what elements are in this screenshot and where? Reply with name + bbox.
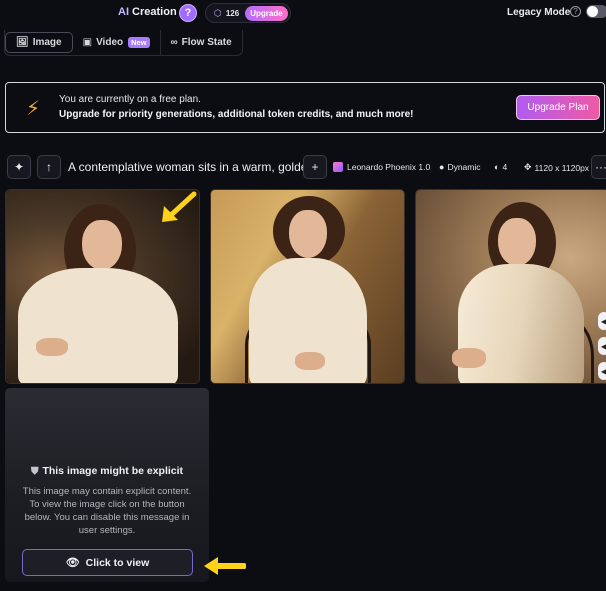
banner-upsell: Upgrade for priority generations, additi… bbox=[59, 109, 414, 120]
model-name: Leonardo Phoenix 1.0 bbox=[347, 162, 431, 172]
shield-warning-icon: ⛊ bbox=[30, 466, 39, 477]
figure-hands bbox=[295, 352, 325, 370]
generation-prompt-row: ✦ ↑ A contemplative woman sits in a warm… bbox=[0, 152, 606, 182]
generated-image-3[interactable] bbox=[415, 189, 606, 384]
drop-icon: ● bbox=[439, 162, 445, 172]
top-bar: AI Creation ? ⬡ 126 Upgrade Legacy Mode … bbox=[0, 0, 606, 30]
side-action-3[interactable]: ◀ bbox=[598, 362, 606, 380]
style-name: Dynamic bbox=[447, 162, 481, 172]
token-balance[interactable]: ⬡ 126 Upgrade bbox=[205, 3, 291, 23]
image-count-info: ◐ 4 bbox=[494, 162, 507, 172]
tab-flow-state-label: Flow State bbox=[181, 37, 232, 48]
click-to-view-label: Click to view bbox=[85, 556, 150, 569]
legacy-mode-label: Legacy Mode bbox=[507, 7, 571, 18]
action-icon: ◀ bbox=[600, 366, 606, 376]
tab-flow-state[interactable]: ∞ Flow State bbox=[161, 30, 242, 55]
side-action-2[interactable]: ◀ bbox=[598, 337, 606, 355]
upgrade-badge-button[interactable]: Upgrade bbox=[245, 5, 288, 21]
ellipsis-icon: ··· bbox=[595, 160, 606, 174]
style-info: ● Dynamic bbox=[439, 162, 481, 172]
annotation-arrow-button bbox=[204, 557, 246, 575]
side-action-1[interactable]: ◀ bbox=[598, 312, 606, 330]
tab-image[interactable]: 🖼 Image bbox=[5, 32, 73, 53]
lightning-icon: ⚡ bbox=[26, 98, 41, 120]
image-count: 4 bbox=[502, 162, 508, 172]
action-icon: ◀ bbox=[600, 341, 606, 351]
app-title: AI Creation bbox=[118, 6, 177, 18]
figure-hands bbox=[36, 338, 68, 356]
banner-message: You are currently on a free plan. bbox=[59, 94, 201, 105]
image-3-art bbox=[416, 190, 606, 383]
token-icon: ⬡ bbox=[214, 7, 222, 18]
help-icon[interactable]: ? bbox=[179, 4, 197, 22]
tab-video-label: Video bbox=[96, 37, 124, 48]
explicit-title-text: This image might be explicit bbox=[42, 465, 184, 477]
figure-body bbox=[18, 268, 178, 383]
image-2-art bbox=[211, 190, 404, 383]
annotation-arrow-image bbox=[162, 191, 197, 222]
image-icon: 🖼 bbox=[16, 37, 29, 48]
magic-wand-button[interactable]: ✦ bbox=[7, 155, 31, 179]
add-button[interactable]: + bbox=[303, 155, 327, 179]
app-title-prefix: AI bbox=[118, 6, 129, 18]
tab-image-label: Image bbox=[32, 37, 62, 48]
legacy-mode-toggle[interactable] bbox=[586, 5, 606, 18]
click-to-view-button[interactable]: 👁 Click to view bbox=[22, 549, 193, 576]
explicit-warning-title: ⛊ This image might be explicit bbox=[5, 465, 209, 477]
generation-type-tabs: 🖼 Image ▣ Video New ∞ Flow State bbox=[4, 30, 243, 56]
explicit-image-card: ⛊ This image might be explicit This image… bbox=[5, 388, 209, 582]
images-icon: ◐ bbox=[494, 162, 500, 172]
explicit-warning-body: This image may contain explicit content.… bbox=[22, 486, 192, 536]
magic-wand-icon: ✦ bbox=[13, 160, 25, 174]
figure-face bbox=[498, 218, 536, 266]
dimensions-info: ✥ 1120 x 1120px bbox=[524, 162, 589, 173]
eye-icon: 👁 bbox=[65, 557, 80, 569]
infinity-icon: ∞ bbox=[170, 37, 178, 48]
image-dimensions: 1120 x 1120px bbox=[534, 162, 590, 173]
app-title-rest: Creation bbox=[129, 6, 177, 18]
prompt-text[interactable]: A contemplative woman sits in a warm, go… bbox=[68, 160, 317, 174]
token-count: 126 bbox=[225, 8, 240, 18]
action-icon: ◀ bbox=[600, 316, 606, 326]
video-icon: ▣ bbox=[82, 37, 93, 48]
plus-icon: + bbox=[311, 160, 319, 174]
free-plan-banner: ⚡ You are currently on a free plan. Upgr… bbox=[5, 82, 605, 133]
reuse-prompt-button[interactable]: ↑ bbox=[37, 155, 61, 179]
legacy-mode-help-icon[interactable]: ? bbox=[570, 6, 581, 17]
upgrade-plan-button[interactable]: Upgrade Plan bbox=[516, 95, 600, 120]
tab-video[interactable]: ▣ Video New bbox=[73, 30, 161, 55]
generated-image-2[interactable] bbox=[210, 189, 405, 384]
figure-face bbox=[82, 220, 122, 270]
more-options-button[interactable]: ··· bbox=[591, 155, 606, 179]
figure-hands bbox=[452, 348, 486, 368]
resize-icon: ✥ bbox=[524, 162, 532, 172]
model-info: Leonardo Phoenix 1.0 bbox=[333, 162, 430, 172]
model-icon bbox=[333, 162, 343, 172]
figure-face bbox=[289, 210, 327, 258]
new-badge: New bbox=[128, 37, 150, 48]
arrow-up-icon: ↑ bbox=[46, 160, 52, 174]
